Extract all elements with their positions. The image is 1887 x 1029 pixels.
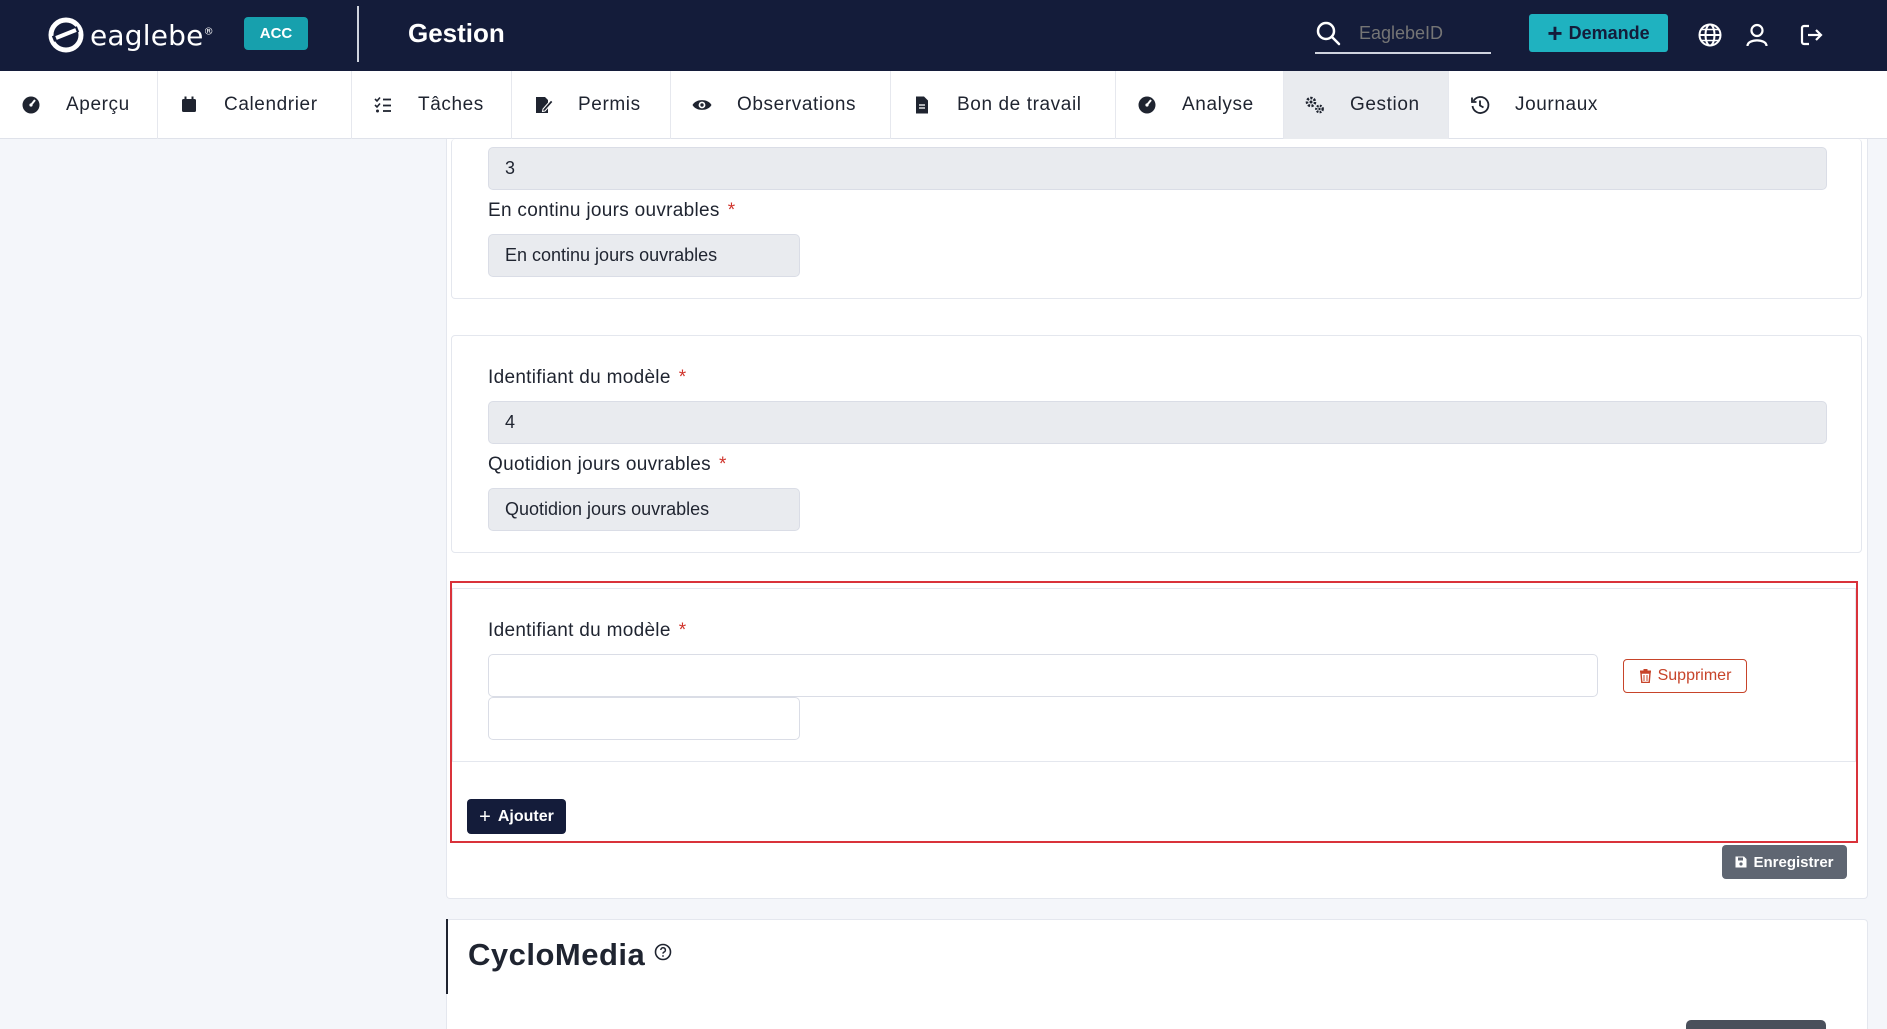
user-icon[interactable] xyxy=(1744,22,1770,48)
section-title: CycloMedia xyxy=(468,937,646,972)
permit-icon xyxy=(536,97,554,113)
environment-badge: ACC xyxy=(244,17,308,50)
field-label: Quotidion jours ouvrables * xyxy=(488,454,727,475)
search-icon xyxy=(1316,21,1341,46)
globe-icon[interactable] xyxy=(1697,22,1723,48)
tab-bon-de-travail[interactable]: Bon de travail xyxy=(891,71,1116,139)
header-divider xyxy=(357,6,359,62)
calendar-icon xyxy=(182,96,196,112)
tab-permis[interactable]: Permis xyxy=(512,71,671,139)
dashboard-icon xyxy=(22,96,40,114)
model-name-field[interactable]: En continu jours ouvrables xyxy=(488,234,800,277)
eye-icon xyxy=(692,100,712,110)
search-input[interactable] xyxy=(1359,22,1489,44)
tab-label: Permis xyxy=(578,94,641,115)
tab-label: Calendrier xyxy=(224,94,318,115)
tab-label: Observations xyxy=(737,94,857,115)
tab-gestion[interactable]: Gestion xyxy=(1284,71,1449,139)
analysis-icon xyxy=(1138,96,1156,114)
demande-label: Demande xyxy=(1568,22,1650,43)
section-accent xyxy=(446,919,448,994)
plus-icon: + xyxy=(1547,18,1563,48)
document-icon xyxy=(916,96,928,114)
save-icon xyxy=(1735,856,1747,868)
tab-label: Gestion xyxy=(1350,94,1420,115)
save-label: Enregistrer xyxy=(1753,853,1834,871)
highlight-box xyxy=(450,581,1858,843)
model-name-field[interactable]: Quotidion jours ouvrables xyxy=(488,488,800,531)
tab-observations[interactable]: Observations xyxy=(671,71,891,139)
main-nav: Aperçu Calendrier Tâches Permis Observat… xyxy=(0,71,1887,139)
eaglebe-logo-icon xyxy=(48,17,84,53)
help-icon[interactable] xyxy=(654,943,672,961)
cyclomedia-panel xyxy=(446,919,1868,1029)
page-title: Gestion xyxy=(408,18,505,48)
tab-calendrier[interactable]: Calendrier xyxy=(158,71,352,139)
cyclomedia-action-button[interactable] xyxy=(1686,1020,1826,1029)
app-logo[interactable]: eaglebe® xyxy=(48,17,214,53)
tab-journaux[interactable]: Journaux xyxy=(1449,71,1649,139)
field-label: Identifiant du modèle * xyxy=(488,367,687,388)
tab-label: Journaux xyxy=(1515,94,1598,115)
search-box[interactable] xyxy=(1315,14,1491,54)
demande-button[interactable]: + Demande xyxy=(1529,14,1668,52)
logout-icon[interactable] xyxy=(1799,22,1825,48)
model-id-field[interactable]: 4 xyxy=(488,401,1827,444)
tab-label: Bon de travail xyxy=(957,94,1082,115)
tab-taches[interactable]: Tâches xyxy=(352,71,512,139)
tab-label: Analyse xyxy=(1182,94,1254,115)
tab-apercu[interactable]: Aperçu xyxy=(0,71,158,139)
logo-text: eaglebe® xyxy=(90,18,214,52)
save-button[interactable]: Enregistrer xyxy=(1722,845,1847,879)
top-header: eaglebe® ACC Gestion + Demande xyxy=(0,0,1887,71)
tasks-icon xyxy=(374,96,391,113)
tab-label: Tâches xyxy=(418,94,484,115)
field-label: En continu jours ouvrables * xyxy=(488,200,736,221)
tab-label: Aperçu xyxy=(66,94,130,115)
gears-icon xyxy=(1305,96,1324,114)
history-icon xyxy=(1471,96,1490,114)
model-id-field[interactable]: 3 xyxy=(488,147,1827,190)
tab-analyse[interactable]: Analyse xyxy=(1116,71,1284,139)
